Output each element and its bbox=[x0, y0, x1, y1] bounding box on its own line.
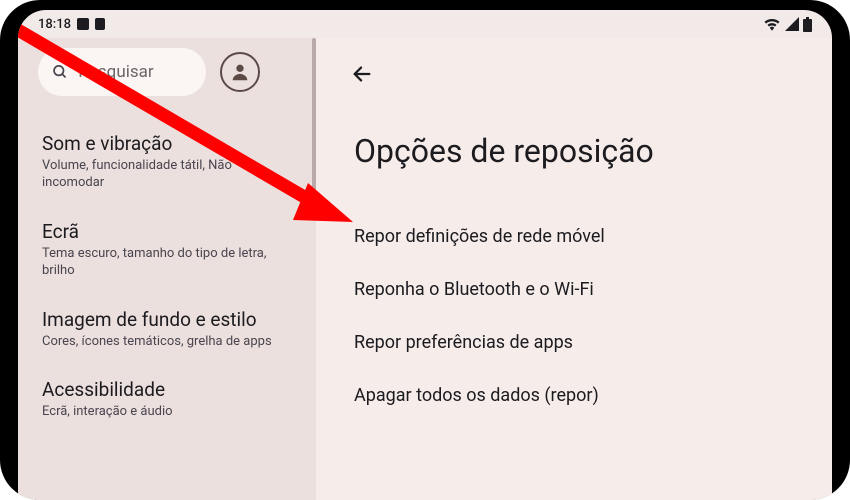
battery-icon bbox=[803, 17, 812, 32]
sidebar-item-title: Som e vibração bbox=[42, 132, 292, 155]
sidebar-item-subtitle: Ecrã, interação e áudio bbox=[42, 404, 292, 421]
back-button[interactable] bbox=[344, 56, 380, 92]
sidebar-item-display[interactable]: Ecrã Tema escuro, tamanho do tipo de let… bbox=[34, 206, 300, 294]
settings-sidebar: Som e vibração Volume, funcionalidade tá… bbox=[18, 38, 316, 500]
sidebar-item-title: Acessibilidade bbox=[42, 378, 292, 401]
search-icon bbox=[52, 62, 68, 82]
signal-icon bbox=[785, 17, 799, 31]
profile-button[interactable] bbox=[220, 52, 260, 92]
status-time: 18:18 bbox=[38, 17, 71, 32]
tablet-frame: 18:18 bbox=[0, 0, 850, 500]
search-row bbox=[38, 48, 300, 96]
wifi-icon bbox=[763, 17, 781, 31]
status-icon-b bbox=[95, 18, 105, 30]
page-title: Opções de reposição bbox=[354, 132, 804, 170]
scrollbar[interactable] bbox=[312, 38, 316, 218]
sidebar-item-title: Imagem de fundo e estilo bbox=[42, 308, 292, 331]
sidebar-item-title: Ecrã bbox=[42, 220, 292, 243]
sidebar-item-subtitle: Volume, funcionalidade tátil, Não incomo… bbox=[42, 158, 292, 192]
option-reset-mobile[interactable]: Repor definições de rede móvel bbox=[344, 210, 804, 263]
option-erase-all-data[interactable]: Apagar todos os dados (repor) bbox=[344, 369, 804, 422]
sidebar-item-sound[interactable]: Som e vibração Volume, funcionalidade tá… bbox=[34, 118, 300, 206]
sidebar-item-subtitle: Tema escuro, tamanho do tipo de letra, b… bbox=[42, 246, 292, 280]
option-reset-bluetooth-wifi[interactable]: Reponha o Bluetooth e o Wi-Fi bbox=[344, 263, 804, 316]
sidebar-item-wallpaper[interactable]: Imagem de fundo e estilo Cores, ícones t… bbox=[34, 294, 300, 365]
status-left: 18:18 bbox=[38, 17, 105, 32]
option-reset-app-prefs[interactable]: Repor preferências de apps bbox=[344, 316, 804, 369]
sidebar-item-accessibility[interactable]: Acessibilidade Ecrã, interação e áudio bbox=[34, 364, 300, 435]
arrow-left-icon bbox=[351, 63, 373, 85]
detail-panel: Opções de reposição Repor definições de … bbox=[316, 38, 832, 500]
status-bar: 18:18 bbox=[18, 10, 832, 38]
reset-options-list: Repor definições de rede móvel Reponha o… bbox=[344, 210, 804, 422]
search-input[interactable] bbox=[78, 62, 192, 82]
status-icon-a bbox=[77, 18, 89, 30]
sidebar-item-subtitle: Cores, ícones temáticos, grelha de apps bbox=[42, 334, 292, 351]
person-icon bbox=[229, 61, 251, 83]
screen: 18:18 bbox=[18, 10, 832, 500]
status-right bbox=[763, 17, 812, 32]
content-area: Som e vibração Volume, funcionalidade tá… bbox=[18, 38, 832, 500]
search-field[interactable] bbox=[38, 48, 206, 96]
